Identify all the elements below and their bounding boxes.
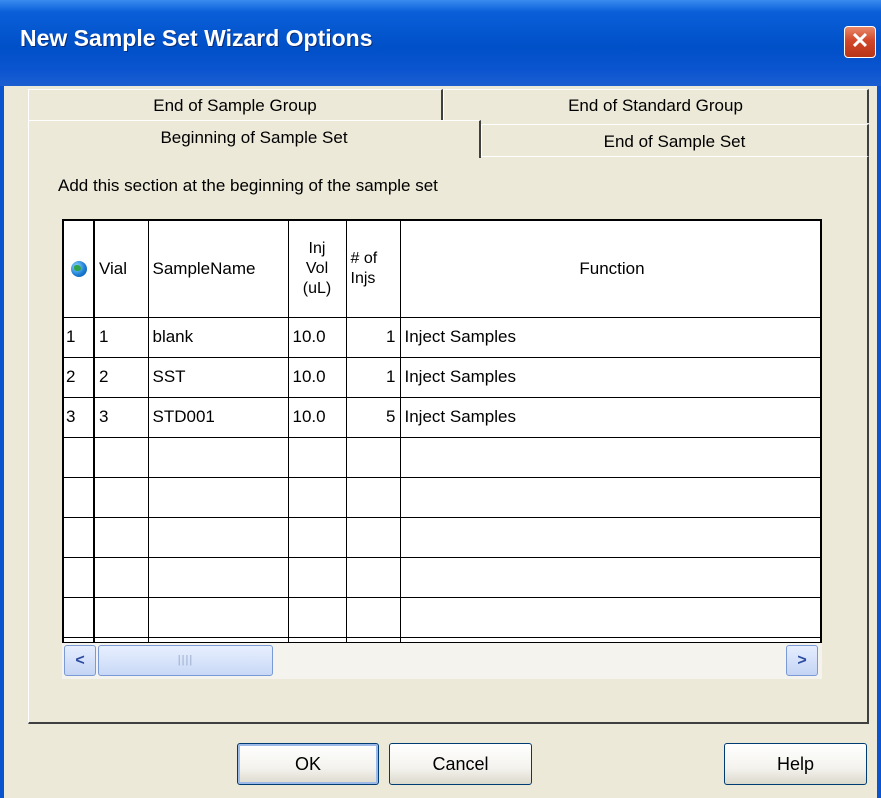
cell-empty[interactable] — [94, 477, 149, 518]
header-line: (uL) — [302, 279, 332, 297]
cell-function[interactable]: Inject Samples — [400, 317, 820, 358]
column-header-num-injs[interactable]: # of Injs — [346, 221, 401, 318]
tab-end-of-sample-set[interactable]: End of Sample Set — [481, 124, 869, 157]
cell-empty[interactable] — [288, 477, 347, 518]
sample-set-grid[interactable]: Vial SampleName Inj Vol (uL) # of Injs F… — [62, 219, 822, 679]
row-number-empty[interactable] — [64, 517, 95, 558]
header-row: Vial SampleName Inj Vol (uL) # of Injs F… — [64, 221, 820, 318]
row-number[interactable]: 2 — [64, 357, 95, 398]
empty-row[interactable] — [64, 477, 820, 518]
empty-row[interactable] — [64, 597, 820, 638]
globe-icon — [70, 260, 87, 277]
cell-empty[interactable] — [148, 597, 289, 638]
help-button[interactable]: Help — [724, 743, 867, 785]
cell-vial[interactable]: 2 — [94, 357, 149, 398]
cell-vial[interactable]: 1 — [94, 317, 149, 358]
section-instruction: Add this section at the beginning of the… — [58, 176, 438, 195]
dialog-window: New Sample Set Wizard Options ✕ End of S… — [0, 0, 881, 798]
header-line: Injs — [350, 269, 376, 287]
cell-empty[interactable] — [288, 597, 347, 638]
table-row[interactable]: 1 1 blank 10.0 1 Inject Samples — [64, 317, 820, 358]
cell-empty[interactable] — [148, 517, 289, 558]
column-header-inj-vol[interactable]: Inj Vol (uL) — [288, 221, 347, 318]
cell-empty[interactable] — [346, 437, 401, 478]
header-line: # of — [350, 249, 378, 267]
scroll-left-button[interactable]: < — [64, 645, 96, 676]
chevron-left-icon: < — [75, 652, 85, 669]
cell-inj-vol[interactable]: 10.0 — [288, 317, 347, 358]
row-number[interactable]: 1 — [64, 317, 95, 358]
cell-function[interactable]: Inject Samples — [400, 397, 820, 438]
close-icon: ✕ — [850, 28, 870, 53]
header-line: Vol — [305, 259, 329, 277]
cell-empty[interactable] — [400, 517, 820, 558]
cell-empty[interactable] — [288, 517, 347, 558]
tab-end-of-sample-group[interactable]: End of Sample Group — [28, 89, 443, 123]
ok-button[interactable]: OK — [237, 743, 379, 785]
cell-vial[interactable]: 3 — [94, 397, 149, 438]
tab-beginning-of-sample-set[interactable]: Beginning of Sample Set — [28, 120, 481, 158]
cell-empty[interactable] — [400, 477, 820, 518]
title-bar[interactable]: New Sample Set Wizard Options ✕ — [0, 0, 881, 86]
cell-function[interactable]: Inject Samples — [400, 357, 820, 398]
cell-empty[interactable] — [94, 557, 149, 598]
row-number-empty[interactable] — [64, 437, 95, 478]
cell-empty[interactable] — [288, 557, 347, 598]
column-header-sample-name[interactable]: SampleName — [148, 221, 289, 318]
scroll-right-button[interactable]: > — [786, 645, 818, 676]
cell-empty[interactable] — [148, 437, 289, 478]
cell-num-injs[interactable]: 1 — [346, 317, 401, 358]
window-border-right — [877, 86, 881, 798]
cell-sample-name[interactable]: STD001 — [148, 397, 289, 438]
row-number-empty[interactable] — [64, 557, 95, 598]
corner-header[interactable] — [64, 221, 95, 318]
cell-num-injs[interactable]: 1 — [346, 357, 401, 398]
tab-label: End of Sample Group — [153, 96, 317, 115]
row-number[interactable]: 3 — [64, 397, 95, 438]
tab-end-of-standard-group[interactable]: End of Standard Group — [443, 89, 869, 123]
close-button[interactable]: ✕ — [844, 26, 876, 58]
table-row[interactable]: 2 2 SST 10.0 1 Inject Samples — [64, 357, 820, 398]
cell-empty[interactable] — [400, 597, 820, 638]
cell-empty[interactable] — [400, 437, 820, 478]
cell-empty[interactable] — [94, 437, 149, 478]
table-row[interactable]: 3 3 STD001 10.0 5 Inject Samples — [64, 397, 820, 438]
row-number-empty[interactable] — [64, 477, 95, 518]
cell-inj-vol[interactable]: 10.0 — [288, 357, 347, 398]
horizontal-scrollbar[interactable]: < |||| > — [62, 642, 822, 679]
cell-empty[interactable] — [346, 557, 401, 598]
empty-row[interactable] — [64, 517, 820, 558]
grip-icon: |||| — [177, 654, 194, 666]
column-header-function[interactable]: Function — [400, 221, 820, 318]
cell-empty[interactable] — [148, 477, 289, 518]
cell-inj-vol[interactable]: 10.0 — [288, 397, 347, 438]
tab-label: End of Sample Set — [603, 132, 746, 151]
row-number-empty[interactable] — [64, 597, 95, 638]
cell-sample-name[interactable]: blank — [148, 317, 289, 358]
empty-row[interactable] — [64, 437, 820, 478]
tab-label: End of Standard Group — [568, 96, 743, 115]
scrollbar-thumb[interactable]: |||| — [98, 645, 273, 676]
cell-empty[interactable] — [94, 517, 149, 558]
empty-row[interactable] — [64, 557, 820, 598]
cell-empty[interactable] — [346, 517, 401, 558]
chevron-right-icon: > — [797, 652, 807, 669]
tab-label: Beginning of Sample Set — [160, 128, 348, 147]
window-border-left — [0, 86, 4, 798]
cell-empty[interactable] — [346, 597, 401, 638]
grid-table: Vial SampleName Inj Vol (uL) # of Injs F… — [64, 221, 820, 677]
header-line: Inj — [308, 239, 326, 257]
cell-empty[interactable] — [148, 557, 289, 598]
cancel-button[interactable]: Cancel — [389, 743, 532, 785]
window-title: New Sample Set Wizard Options — [20, 25, 373, 51]
cell-empty[interactable] — [94, 597, 149, 638]
cell-empty[interactable] — [288, 437, 347, 478]
cell-sample-name[interactable]: SST — [148, 357, 289, 398]
cell-empty[interactable] — [346, 477, 401, 518]
cell-num-injs[interactable]: 5 — [346, 397, 401, 438]
column-header-vial[interactable]: Vial — [94, 221, 149, 318]
cell-empty[interactable] — [400, 557, 820, 598]
